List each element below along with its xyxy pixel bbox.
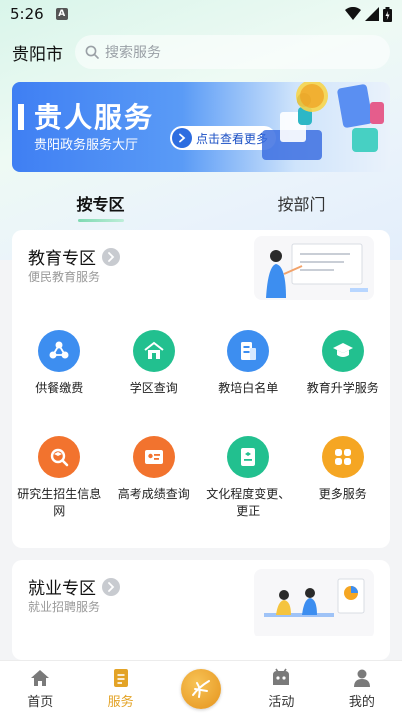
service-label: 学区查询: [129, 381, 178, 395]
nav-service[interactable]: 服务: [80, 661, 160, 716]
banner-title: 贵人服务: [34, 101, 155, 134]
employment-zone-header[interactable]: 就业专区: [28, 574, 120, 599]
nav-profile[interactable]: 我的: [322, 661, 402, 716]
education-service-grid: 供餐缴费 学区查询 教培白名单 教育升学服务研究生招生信息网 高考成绩查询 文化程度变更、…: [12, 330, 390, 520]
education-service-item[interactable]: 文化程度变更、更正: [201, 436, 296, 520]
nav-label: 首页: [27, 694, 54, 710]
tab-label: 按部门: [277, 194, 326, 214]
tab-by-department[interactable]: 按部门: [201, 186, 402, 226]
nav-label: 我的: [348, 694, 375, 710]
employment-zone-card: 就业专区 就业招聘服务: [12, 560, 390, 660]
center-logo-icon: [181, 668, 222, 709]
header: 贵阳市 搜索服务: [0, 34, 402, 70]
employment-zone-title: 就业专区: [28, 579, 96, 599]
service-label: 教育升学服务: [306, 381, 379, 395]
education-service-item[interactable]: 更多服务: [296, 436, 391, 520]
nav-activity[interactable]: 活动: [241, 661, 321, 716]
nav-center[interactable]: [161, 661, 241, 716]
arrow-right-icon: [172, 128, 192, 148]
education-service-item[interactable]: 教培白名单: [201, 330, 296, 414]
search-icon: [85, 45, 99, 59]
city-selector[interactable]: 贵阳市: [12, 40, 63, 65]
wifi-icon: [345, 7, 361, 20]
banner-accent-bar: [18, 104, 24, 130]
promo-banner[interactable]: 贵人服务 贵阳政务服务大厅 点击查看更多: [12, 82, 390, 172]
meal-payment-icon: [38, 330, 81, 372]
bottom-navigation: 首页 服务 活动 我的: [0, 660, 402, 716]
service-label: 供餐缴费: [35, 381, 84, 395]
search-bar[interactable]: 搜索服务: [75, 35, 390, 69]
tab-by-zone[interactable]: 按专区: [0, 186, 201, 226]
education-zone-header[interactable]: 教育专区: [28, 244, 120, 269]
chevron-right-icon: [102, 247, 120, 266]
tab-label: 按专区: [76, 194, 125, 214]
employment-zone-subtitle: 就业招聘服务: [28, 600, 101, 614]
tab-active-indicator: [77, 218, 124, 222]
office-work-illustration: [254, 569, 374, 636]
status-time: 5:26: [10, 5, 44, 23]
nav-label: 服务: [107, 694, 134, 710]
battery-icon: [383, 6, 392, 22]
banner-illustration: [262, 82, 384, 160]
graduation-cap-icon: [321, 330, 364, 372]
magnifier-icon: [38, 436, 81, 478]
nav-label: 活动: [268, 694, 295, 710]
signal-icon: [365, 7, 379, 21]
more-grid-icon: [321, 436, 364, 478]
education-service-item[interactable]: 学区查询: [107, 330, 202, 414]
education-service-item[interactable]: 教育升学服务: [296, 330, 391, 414]
service-label: 教培白名单: [218, 381, 279, 395]
status-bar: 5:26 A: [0, 0, 402, 28]
home-icon: [31, 669, 50, 686]
status-icons: [345, 6, 392, 22]
service-label: 文化程度变更、更正: [206, 487, 291, 518]
chevron-right-icon: [102, 577, 120, 596]
education-service-item[interactable]: 高考成绩查询: [107, 436, 202, 520]
category-tabs: 按专区 按部门: [0, 186, 402, 226]
education-zone-card: 教育专区 便民教育服务 供餐缴费 学区查询 教培白名单 教育升学服务研究生招生信息网 高…: [12, 230, 390, 548]
service-label: 更多服务: [318, 487, 367, 501]
activity-icon: [273, 668, 290, 685]
id-card-icon: [132, 436, 175, 478]
teacher-illustration: [254, 236, 374, 300]
education-service-item[interactable]: 研究生招生信息网: [12, 436, 107, 520]
service-icon: [113, 668, 128, 687]
service-label: 研究生招生信息网: [17, 487, 102, 518]
school-district-icon: [132, 330, 175, 372]
notification-badge: A: [55, 8, 68, 20]
profile-icon: [353, 669, 370, 687]
search-placeholder: 搜索服务: [105, 45, 161, 61]
education-zone-subtitle: 便民教育服务: [28, 270, 101, 284]
whitelist-icon: [227, 330, 270, 372]
service-label: 高考成绩查询: [117, 487, 190, 501]
banner-subtitle: 贵阳政务服务大厅: [34, 138, 139, 153]
nav-home[interactable]: 首页: [0, 661, 80, 716]
document-edit-icon: [227, 436, 270, 478]
education-zone-title: 教育专区: [28, 249, 96, 269]
education-service-item[interactable]: 供餐缴费: [12, 330, 107, 414]
